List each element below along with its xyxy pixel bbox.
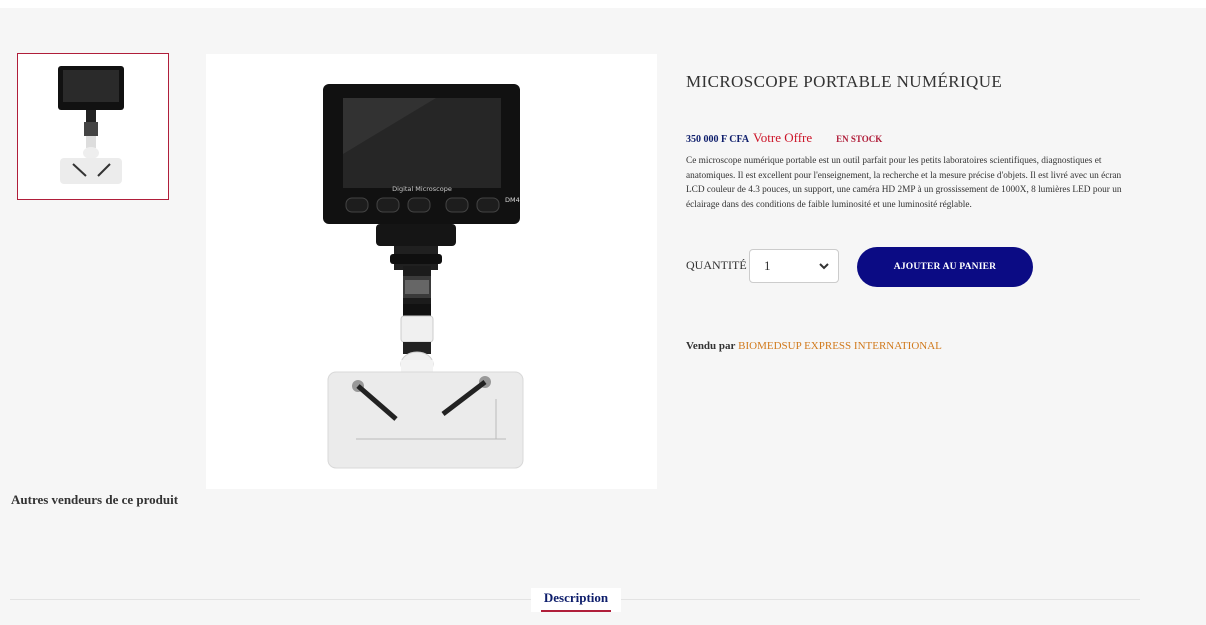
- chevron-down-icon: [819, 263, 829, 270]
- seller-info: Vendu par BIOMEDSUP EXPRESS INTERNATIONA…: [686, 340, 942, 352]
- svg-text:Digital Microscope: Digital Microscope: [392, 185, 452, 193]
- product-description: Ce microscope numérique portable est un …: [686, 156, 1122, 210]
- microscope-image: Digital Microscope DM4: [323, 84, 524, 469]
- quantity-value: 1: [764, 258, 771, 273]
- product-title: MICROSCOPE PORTABLE NUMÉRIQUE: [686, 72, 1003, 91]
- product-thumbnail[interactable]: [17, 53, 169, 200]
- price-row: 350 000 F CFA Votre Offre EN STOCK: [686, 130, 882, 146]
- quantity-select[interactable]: 1: [749, 249, 839, 283]
- seller-link[interactable]: BIOMEDSUP EXPRESS INTERNATIONAL: [738, 340, 942, 352]
- svg-text:DM4: DM4: [505, 196, 520, 204]
- tab-active-indicator: [541, 610, 611, 612]
- product-main-image: Digital Microscope DM4: [206, 54, 657, 489]
- quantity-label: QUANTITÉ: [686, 258, 747, 272]
- tab-description-label: Description: [543, 590, 609, 605]
- make-offer-link[interactable]: Votre Offre: [753, 130, 812, 146]
- product-price: 350 000 F CFA: [686, 134, 750, 145]
- tab-description[interactable]: Description: [531, 588, 621, 612]
- add-to-cart-button[interactable]: AJOUTER AU PANIER: [857, 247, 1033, 287]
- microscope-thumbnail-image: [58, 66, 124, 184]
- seller-label: Vendu par: [686, 340, 736, 352]
- stock-status-badge: EN STOCK: [836, 134, 883, 144]
- other-sellers-heading: Autres vendeurs de ce produit: [11, 492, 179, 507]
